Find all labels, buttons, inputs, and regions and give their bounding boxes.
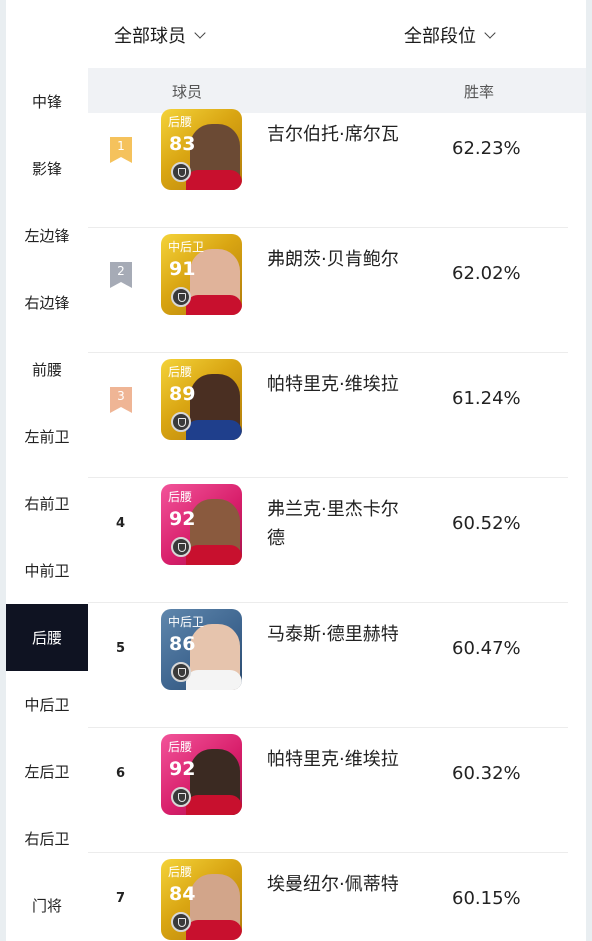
player-shirt <box>186 545 242 565</box>
rank-medal-icon: 2 <box>110 262 132 288</box>
sidebar-item-position[interactable]: 左边锋 <box>6 202 88 269</box>
card-position: 后腰 <box>168 865 193 879</box>
sidebar-item-position[interactable]: 右后卫 <box>6 805 88 872</box>
player-winrate: 62.23% <box>452 138 521 159</box>
card-position: 后腰 <box>168 490 193 504</box>
player-winrate: 61.24% <box>452 388 521 409</box>
player-filter-dropdown[interactable]: 全部球员 <box>114 22 206 48</box>
card-rating: 92 <box>169 508 196 530</box>
player-name: 弗朗茨·贝肯鲍尔 <box>267 249 399 270</box>
player-shirt <box>186 670 242 690</box>
card-type-icon <box>171 287 191 307</box>
player-card[interactable]: 后腰 89 <box>161 359 242 440</box>
column-header-player: 球员 <box>172 83 203 101</box>
sidebar-item-position[interactable]: 影锋 <box>6 135 88 202</box>
card-position: 后腰 <box>168 365 193 379</box>
player-name: 马泰斯·德里赫特 <box>267 624 399 645</box>
table-row[interactable]: 3 后腰 89 帕特里克·维埃拉 61.24% <box>88 353 568 478</box>
player-shirt <box>186 795 242 815</box>
rank-number: 1 <box>117 139 125 153</box>
card-type-icon <box>171 912 191 932</box>
player-shirt <box>186 420 242 440</box>
table-row[interactable]: 6 后腰 92 帕特里克·维埃拉 60.32% <box>88 728 568 853</box>
card-type-icon <box>171 662 191 682</box>
rank-number: 4 <box>116 516 126 531</box>
player-card[interactable]: 后腰 83 <box>161 109 242 190</box>
player-shirt <box>186 920 242 940</box>
card-type-icon <box>171 787 191 807</box>
player-shirt <box>186 295 242 315</box>
filter-bar: 全部球员 全部段位 <box>6 0 586 68</box>
card-type-icon <box>171 412 191 432</box>
sidebar-item-position[interactable]: 后腰 <box>6 604 88 671</box>
rank-medal-icon: 3 <box>110 387 132 413</box>
player-name: 帕特里克·维埃拉 <box>267 374 399 395</box>
table-row[interactable]: 7 后腰 84 埃曼纽尔·佩蒂特 60.15% <box>88 853 568 941</box>
sidebar-item-position[interactable]: 前腰 <box>6 336 88 403</box>
player-winrate: 60.15% <box>452 888 521 909</box>
position-sidebar: 中锋 影锋 左边锋 右边锋 前腰 左前卫 右前卫 中前卫 后腰 中后卫 左后卫 右后卫 门将 <box>6 68 88 941</box>
player-card[interactable]: 中后卫 91 <box>161 234 242 315</box>
rank-number: 2 <box>117 264 125 278</box>
table-row[interactable]: 2 中后卫 91 弗朗茨·贝肯鲍尔 62.02% <box>88 228 568 353</box>
player-filter-label: 全部球员 <box>114 26 186 47</box>
card-rating: 86 <box>169 633 196 655</box>
player-winrate: 60.47% <box>452 638 521 659</box>
card-type-icon <box>171 162 191 182</box>
player-name: 帕特里克·维埃拉 <box>267 749 399 770</box>
table-row[interactable]: 4 后腰 92 弗兰克·里杰卡尔德 60.52% <box>88 478 568 603</box>
sidebar-item-position[interactable]: 右边锋 <box>6 269 88 336</box>
sidebar-item-position[interactable]: 左前卫 <box>6 403 88 470</box>
chevron-down-icon <box>484 27 496 39</box>
table-row[interactable]: 1 后腰 83 吉尔伯托·席尔瓦 62.23% <box>88 103 568 228</box>
player-card[interactable]: 中后卫 86 <box>161 609 242 690</box>
card-rating: 84 <box>169 883 196 905</box>
column-header-winrate: 胜率 <box>464 83 495 101</box>
chevron-down-icon <box>194 27 206 39</box>
card-position: 后腰 <box>168 740 193 754</box>
rank-number: 5 <box>116 641 126 656</box>
rank-number: 6 <box>116 766 126 781</box>
rank-number: 3 <box>117 389 125 403</box>
rank-medal-icon: 1 <box>110 137 132 163</box>
card-position: 中后卫 <box>168 240 205 254</box>
card-rating: 91 <box>169 258 196 280</box>
sidebar-item-position[interactable]: 门将 <box>6 872 88 939</box>
sidebar-item-position[interactable]: 左后卫 <box>6 738 88 805</box>
player-card[interactable]: 后腰 84 <box>161 859 242 940</box>
player-card[interactable]: 后腰 92 <box>161 734 242 815</box>
card-position: 后腰 <box>168 115 193 129</box>
card-position: 中后卫 <box>168 615 205 629</box>
sidebar-item-position[interactable]: 右前卫 <box>6 470 88 537</box>
player-name: 弗兰克·里杰卡尔德 <box>267 499 399 549</box>
rank-filter-dropdown[interactable]: 全部段位 <box>404 22 496 48</box>
rank-filter-label: 全部段位 <box>404 26 476 47</box>
player-winrate: 60.32% <box>452 763 521 784</box>
sidebar-item-position[interactable]: 中后卫 <box>6 671 88 738</box>
player-winrate: 62.02% <box>452 263 521 284</box>
card-type-icon <box>171 537 191 557</box>
player-name: 埃曼纽尔·佩蒂特 <box>267 874 399 895</box>
rank-number: 7 <box>116 891 126 906</box>
sidebar-item-position[interactable]: 中锋 <box>6 68 88 135</box>
card-rating: 83 <box>169 133 196 155</box>
player-name: 吉尔伯托·席尔瓦 <box>267 124 399 145</box>
card-rating: 89 <box>169 383 196 405</box>
player-card[interactable]: 后腰 92 <box>161 484 242 565</box>
player-winrate: 60.52% <box>452 513 521 534</box>
table-row[interactable]: 5 中后卫 86 马泰斯·德里赫特 60.47% <box>88 603 568 728</box>
player-shirt <box>186 170 242 190</box>
card-rating: 92 <box>169 758 196 780</box>
sidebar-item-position[interactable]: 中前卫 <box>6 537 88 604</box>
